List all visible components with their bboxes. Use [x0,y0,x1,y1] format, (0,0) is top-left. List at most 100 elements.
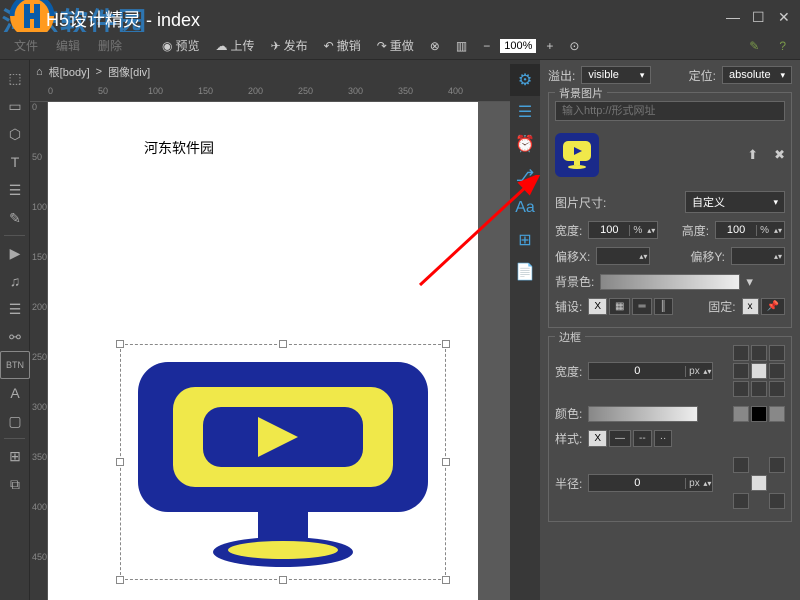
bgimg-thumbnail[interactable] [555,133,599,177]
bgimg-section: 背景图片 ⬆ ✖ 图片尺寸: 自定义 宽度: %▴▾ 高度: %▴▾ [548,92,792,328]
size-select[interactable]: 自定义 [685,191,785,213]
tile-buttons[interactable]: X▦═║ [588,298,672,315]
properties-panel: 溢出: visible 定位: absolute 背景图片 ⬆ ✖ 图片尺寸: … [540,60,800,600]
tool-video[interactable]: ▶ [0,239,30,267]
tool-edit[interactable]: ✎ [0,204,30,232]
window-title: H5设计精灵 - index [46,6,200,32]
minimize-icon[interactable]: — [726,9,740,23]
tab-layers[interactable]: ☰ [510,96,540,128]
close-icon[interactable]: ✕ [778,9,792,23]
border-title: 边框 [555,329,585,345]
tool-input[interactable]: ▢ [0,407,30,435]
help-icon[interactable]: ? [773,37,792,55]
offsetx-label: 偏移X: [555,248,590,265]
home-icon[interactable]: ⌂ [36,66,43,78]
remove-icon[interactable]: ✖ [774,147,785,163]
left-toolbar: ⬚ ▭ ⬡ T ☰ ✎ ▶ ♫ ☰ ⚯ BTN A ▢ ⊞ ⧉ [0,60,30,600]
lock-icon[interactable]: ⊗ [424,37,446,55]
border-radius-input[interactable]: px▴▾ [588,474,713,492]
tool-text[interactable]: T [0,148,30,176]
offsetx-input[interactable]: ▴▾ [596,247,650,265]
tool-audio[interactable]: ♫ [0,267,30,295]
width-label: 宽度: [555,222,582,239]
bgimg-title: 背景图片 [555,85,607,101]
zoom-value[interactable]: 100% [500,39,536,53]
border-side-grid[interactable] [733,345,785,397]
border-width-input[interactable]: px▴▾ [588,362,713,380]
breadcrumb-node[interactable]: 图像[div] [108,64,150,80]
tab-components[interactable]: Aa [510,192,540,224]
tool-list[interactable]: ☰ [0,295,30,323]
mid-tab-strip: ⚙ ☰ ⏰ ⎇ Aa ⊞ 📄 [510,60,540,600]
tool-link[interactable]: ⚯ [0,323,30,351]
maximize-icon[interactable]: ☐ [752,9,766,23]
border-width-label: 宽度: [555,363,582,380]
tool-grid[interactable]: ⊞ [0,442,30,470]
publish-button[interactable]: ✈ 发布 [265,35,314,56]
breadcrumb-root[interactable]: 根[body] [49,64,90,80]
width-input[interactable]: %▴▾ [588,221,658,239]
border-preset-1[interactable] [733,406,749,422]
breadcrumb-sep: > [96,66,102,78]
menu-file[interactable]: 文件 [8,35,44,56]
selected-image-content [128,352,438,572]
target-icon[interactable]: ⊙ [563,37,585,55]
border-preset-2[interactable] [751,406,767,422]
tool-image[interactable]: ▭ [0,92,30,120]
upload-button[interactable]: ☁ 上传 [210,35,261,56]
offsety-input[interactable]: ▴▾ [731,247,785,265]
overflow-label: 溢出: [548,67,575,84]
position-select[interactable]: absolute [722,66,792,84]
titlebar: 河东软件园 H5设计精灵 - index — ☐ ✕ [0,0,800,32]
undo-button[interactable]: ↶ 撤销 [318,35,367,56]
tab-settings[interactable]: ⚙ [510,64,540,96]
tool-select[interactable]: ⬚ [0,64,30,92]
border-style-buttons[interactable]: X—--·· [588,430,672,447]
tab-resources[interactable]: ⊞ [510,224,540,256]
tool-font[interactable]: A [0,379,30,407]
ruler-vertical: 050100150200250300350400450 [30,102,48,600]
height-input[interactable]: %▴▾ [715,221,785,239]
panel-icon[interactable]: ▥ [450,37,473,55]
canvas[interactable]: 河东软件园 [48,102,510,600]
tab-align[interactable]: ⎇ [510,160,540,192]
border-radius-grid[interactable] [733,457,785,509]
breadcrumb: ⌂ 根[body] > 图像[div] [30,60,510,84]
sample-text[interactable]: 河东软件园 [144,138,214,158]
upload-icon[interactable]: ⬆ [747,147,758,163]
tool-group[interactable]: ⧉ [0,470,30,498]
position-label: 定位: [689,67,716,84]
zoom-in-icon[interactable]: + [540,37,559,55]
offsety-label: 偏移Y: [690,248,725,265]
tab-timer[interactable]: ⏰ [510,128,540,160]
edit-pencil-icon[interactable]: ✎ [743,37,765,55]
main-toolbar: 文件 编辑 删除 ◉ 预览 ☁ 上传 ✈ 发布 ↶ 撤销 ↷ 重做 ⊗ ▥ − … [0,32,800,60]
height-label: 高度: [682,222,709,239]
size-label: 图片尺寸: [555,194,606,211]
fixed-label: 固定: [708,298,735,315]
border-color-swatch[interactable] [588,406,698,422]
border-style-label: 样式: [555,430,582,447]
preview-button[interactable]: ◉ 预览 [156,35,206,56]
bgimg-url-input[interactable] [555,101,785,121]
menu-edit[interactable]: 编辑 [50,35,86,56]
bgcolor-swatch[interactable] [600,274,740,290]
border-preset-3[interactable] [769,406,785,422]
tool-pen[interactable]: ⬡ [0,120,30,148]
bgcolor-more-icon[interactable]: ▾ [746,274,753,290]
zoom-out-icon[interactable]: − [477,37,496,55]
border-radius-label: 半径: [555,475,582,492]
redo-button[interactable]: ↷ 重做 [371,35,420,56]
menu-delete[interactable]: 删除 [92,35,128,56]
fixed-buttons[interactable]: x📌 [742,298,785,315]
border-color-label: 颜色: [555,405,582,422]
selected-image[interactable] [128,352,438,572]
tool-button[interactable]: BTN [0,351,30,379]
overflow-select[interactable]: visible [581,66,651,84]
tile-label: 铺设: [555,298,582,315]
ruler-horizontal: 050100150200250300350400 [30,84,510,102]
bgcolor-label: 背景色: [555,273,594,290]
page[interactable]: 河东软件园 [48,102,478,600]
tool-form[interactable]: ☰ [0,176,30,204]
tab-pages[interactable]: 📄 [510,256,540,288]
